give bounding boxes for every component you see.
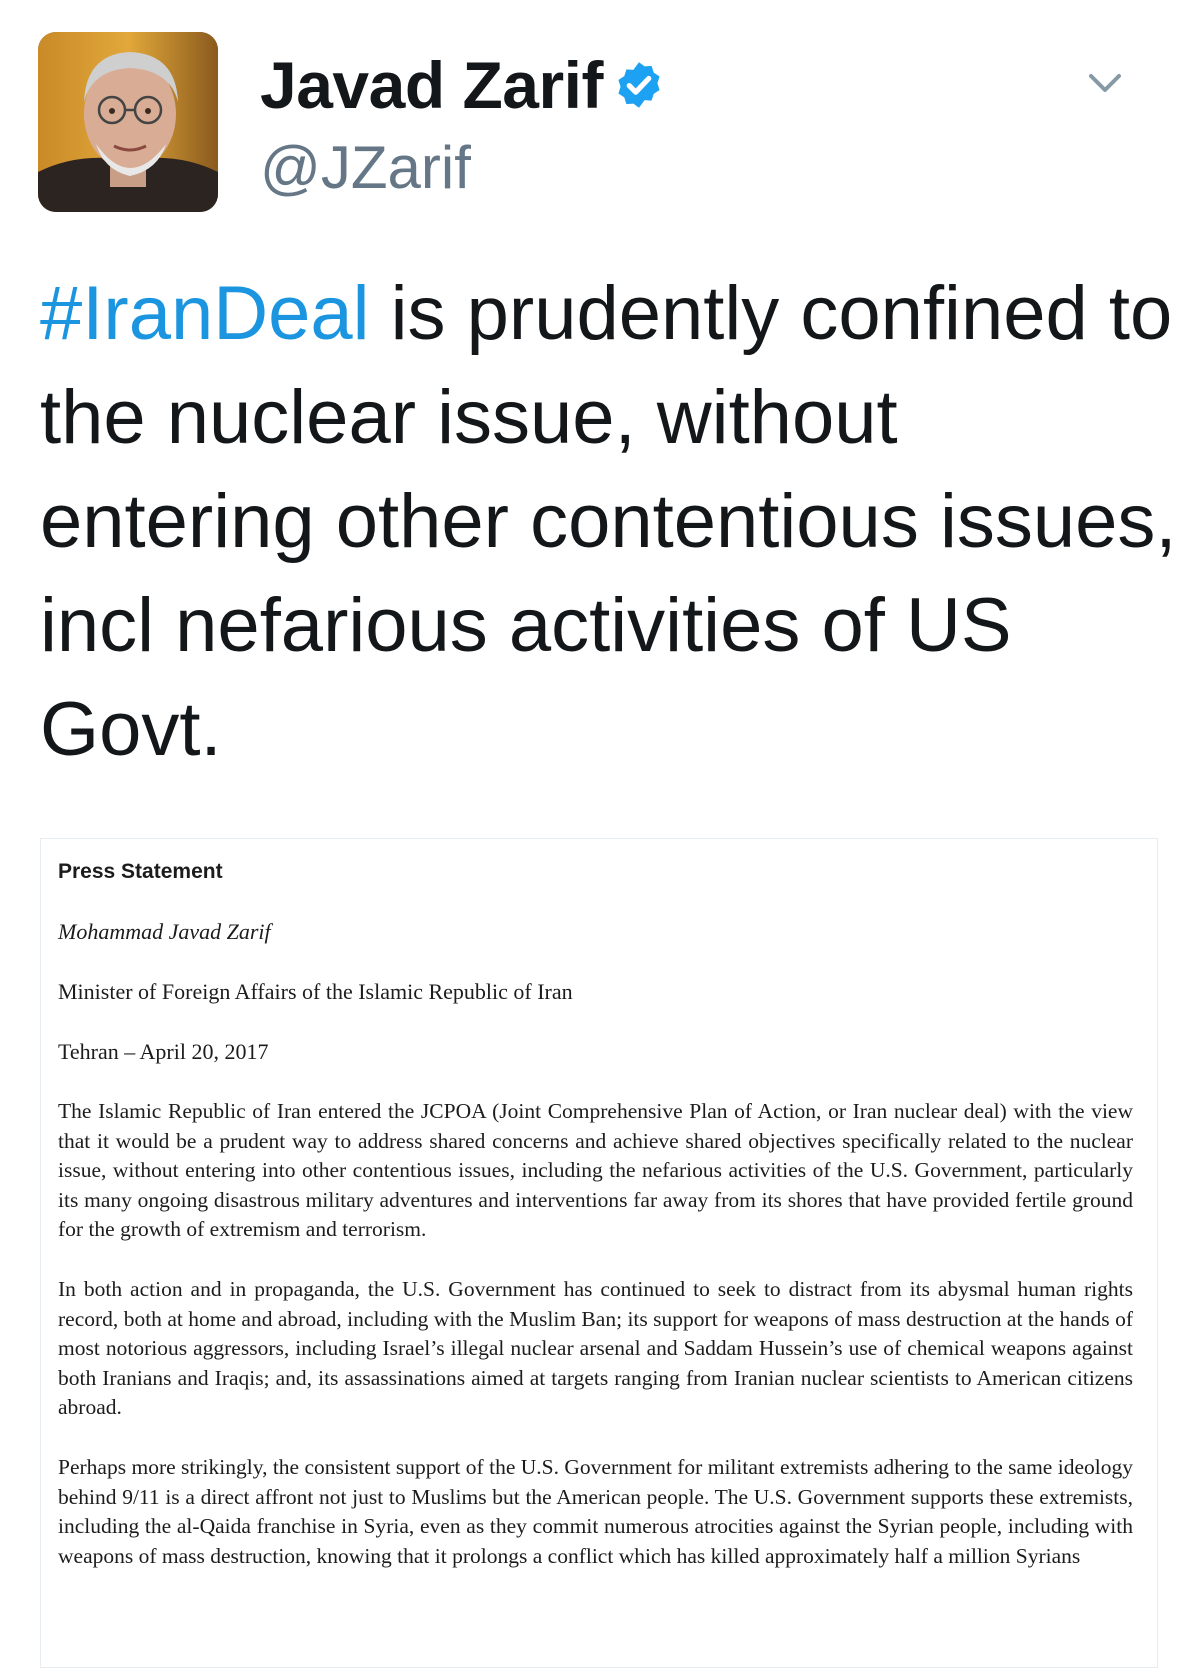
attached-statement-image[interactable]: Press Statement Mohammad Javad Zarif Min… bbox=[40, 838, 1158, 1668]
statement-paragraph: The Islamic Republic of Iran entered the… bbox=[58, 1099, 1133, 1242]
display-name[interactable]: Javad Zarif bbox=[260, 52, 604, 118]
statement-content: Press Statement Mohammad Javad Zarif Min… bbox=[58, 857, 1133, 1601]
avatar-photo bbox=[38, 32, 218, 212]
verified-badge-icon bbox=[613, 59, 665, 111]
tweet-text: #IranDeal is prudently confined to the n… bbox=[40, 262, 1180, 782]
hashtag-link[interactable]: #IranDeal bbox=[40, 271, 370, 356]
statement-author: Mohammad Javad Zarif bbox=[58, 919, 271, 944]
statement-dateline: Tehran – April 20, 2017 bbox=[58, 1039, 269, 1064]
user-handle[interactable]: @JZarif bbox=[260, 138, 471, 198]
statement-paragraph: In both action and in propaganda, the U.… bbox=[58, 1276, 1133, 1420]
avatar[interactable] bbox=[38, 32, 218, 212]
statement-title: Press Statement bbox=[58, 860, 223, 883]
user-name-row: Javad Zarif bbox=[260, 40, 665, 130]
tweet-card: Javad Zarif @JZarif #IranDeal is prudent… bbox=[0, 0, 1200, 1668]
statement-paragraph: Perhaps more strikingly, the consistent … bbox=[58, 1454, 1133, 1568]
statement-position: Minister of Foreign Affairs of the Islam… bbox=[58, 979, 573, 1004]
chevron-down-icon[interactable] bbox=[1085, 62, 1125, 102]
